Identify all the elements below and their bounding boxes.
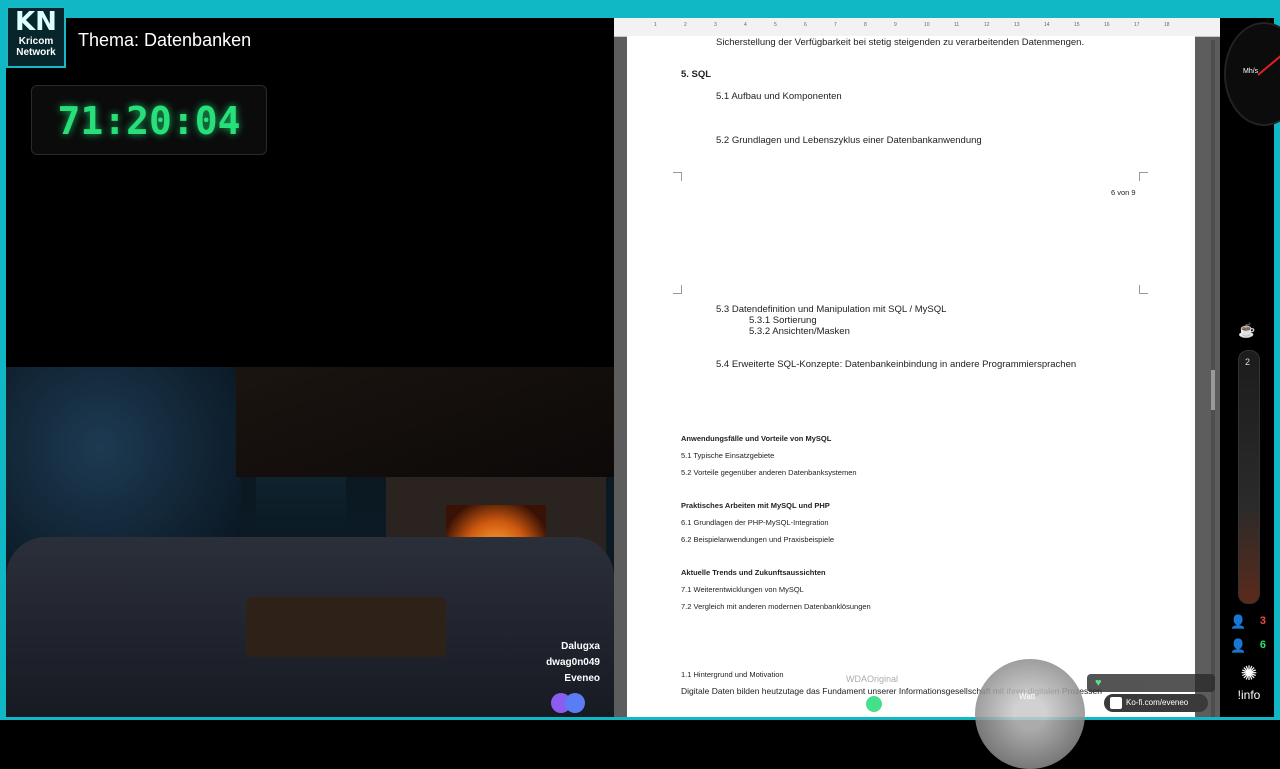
kofi-label: Ko-fi.com/eveneo [1126, 698, 1189, 707]
viewer-bubbles-icon [551, 693, 591, 713]
ruler-tick: 4 [744, 22, 747, 28]
ruler-tick: 3 [714, 22, 717, 28]
doc-heading: Anwendungsfälle und Vorteile von MySQL [681, 434, 832, 443]
info-widget[interactable]: ✺ !info [1226, 660, 1272, 716]
horizontal-ruler[interactable]: 1 2 3 4 5 6 7 8 9 10 11 12 13 14 15 16 1… [614, 18, 1220, 37]
cabin-background-image: Dalugxa dwag0n049 Eveneo [6, 367, 614, 717]
user-count-red: 👤 3 [1226, 612, 1272, 634]
ruler-tick: 5 [774, 22, 777, 28]
document-page[interactable]: Sicherstellung der Verfügbarkeit bei ste… [627, 36, 1195, 243]
margin-mark [1139, 172, 1148, 181]
kofi-cup-icon [1110, 697, 1122, 709]
doc-text: 5.2 Vorteile gegenüber anderen Datenbank… [681, 468, 857, 477]
tube-level: 2 [1245, 357, 1251, 367]
info-label: !info [1237, 688, 1261, 702]
page-number: 6 von 9 [1111, 188, 1136, 197]
ruler-tick: 15 [1074, 22, 1080, 28]
doc-text: 5.3.1 Sortierung [749, 315, 817, 326]
scrollbar-thumb[interactable] [1211, 370, 1215, 410]
kricom-logo: KN Kricom Network [6, 6, 66, 68]
document-page[interactable]: 5.3 Datendefinition und Manipulation mit… [627, 239, 1195, 717]
doc-text: 1.1 Hintergrund und Motivation [681, 670, 784, 679]
margin-mark [673, 285, 682, 294]
speedo-needle [1257, 53, 1280, 76]
ruler-tick: 1 [654, 22, 657, 28]
doc-text: 5.2 Grundlagen und Lebenszyklus einer Da… [716, 135, 982, 146]
coffee-cup-icon: ☕ [1238, 322, 1256, 338]
ruler-tick: 13 [1014, 22, 1020, 28]
ruler-tick: 14 [1044, 22, 1050, 28]
ruler-tick: 17 [1134, 22, 1140, 28]
network-icon: ✺ [1240, 663, 1258, 685]
doc-text: 6.2 Beispielanwendungen und Praxisbeispi… [681, 535, 835, 544]
ruler-tick: 9 [894, 22, 897, 28]
count-value: 6 [1259, 639, 1266, 651]
ruler-tick: 2 [684, 22, 687, 28]
margin-mark [1139, 285, 1148, 294]
logo-subtitle-1: Kricom [18, 36, 54, 47]
viewer-list: Dalugxa dwag0n049 Eveneo [546, 639, 600, 687]
document-viewer[interactable]: 1 2 3 4 5 6 7 8 9 10 11 12 13 14 15 16 1… [614, 18, 1220, 717]
user-count-green: 👤 6 [1226, 636, 1272, 658]
ruler-tick: 18 [1164, 22, 1170, 28]
ruler-tick: 16 [1104, 22, 1110, 28]
doc-heading: 5. SQL [681, 69, 712, 80]
user-icon: 👤 [1230, 638, 1247, 653]
logo-subtitle-2: Network [16, 47, 56, 58]
gauge-label: Watt [1019, 692, 1036, 701]
doc-text: 5.3 Datendefinition und Manipulation mit… [716, 304, 947, 315]
vertical-scrollbar[interactable] [1211, 40, 1215, 717]
heart-icon: ♥ [1087, 674, 1215, 692]
doc-heading: Praktisches Arbeiten mit MySQL und PHP [681, 501, 830, 510]
viewer-name: Eveneo [564, 673, 600, 684]
watt-gauge: Watt [975, 659, 1085, 769]
viewer-name: Dalugxa [561, 641, 600, 652]
timer-value: 71:20:04 [57, 99, 241, 143]
cabin-roof [236, 367, 614, 477]
doc-heading: Aktuelle Trends und Zukunftsaussichten [681, 568, 826, 577]
doc-text: 5.1 Typische Einsatzgebiete [681, 451, 775, 460]
doc-text: Sicherstellung der Verfügbarkeit bei ste… [716, 37, 1085, 48]
ruler-tick: 7 [834, 22, 837, 28]
coffee-level-tube: 2 [1238, 350, 1260, 604]
countdown-timer: 71:20:04 [31, 85, 267, 155]
doc-text: 7.1 Weiterentwicklungen von MySQL [681, 585, 804, 594]
speedo-label: Mh/s [1243, 68, 1259, 75]
ruler-tick: 6 [804, 22, 807, 28]
logo-title: KN [15, 7, 57, 37]
ruler-tick: 10 [924, 22, 930, 28]
stream-topic: Thema: Datenbanken [78, 30, 252, 50]
status-dot-icon [866, 696, 882, 712]
doc-text: 7.2 Vergleich mit anderen modernen Daten… [681, 602, 871, 611]
kofi-link[interactable]: Ko-fi.com/eveneo [1104, 694, 1208, 712]
doc-text: 5.4 Erweiterte SQL-Konzepte: Datenbankei… [716, 359, 1077, 370]
coffee-table [246, 597, 446, 657]
doc-text: 6.1 Grundlagen der PHP-MySQL-Integration [681, 518, 829, 527]
viewer-name: dwag0n049 [546, 657, 600, 668]
doc-text: 5.1 Aufbau und Komponenten [716, 91, 842, 102]
ruler-tick: 11 [954, 22, 960, 28]
ruler-tick: 12 [984, 22, 990, 28]
user-icon: 👤 [1230, 614, 1247, 629]
doc-text: 5.3.2 Ansichten/Masken [749, 326, 850, 337]
margin-mark [673, 172, 682, 181]
count-value: 3 [1259, 615, 1266, 627]
watermark: WDAOriginal [846, 674, 899, 684]
ruler-tick: 8 [864, 22, 867, 28]
